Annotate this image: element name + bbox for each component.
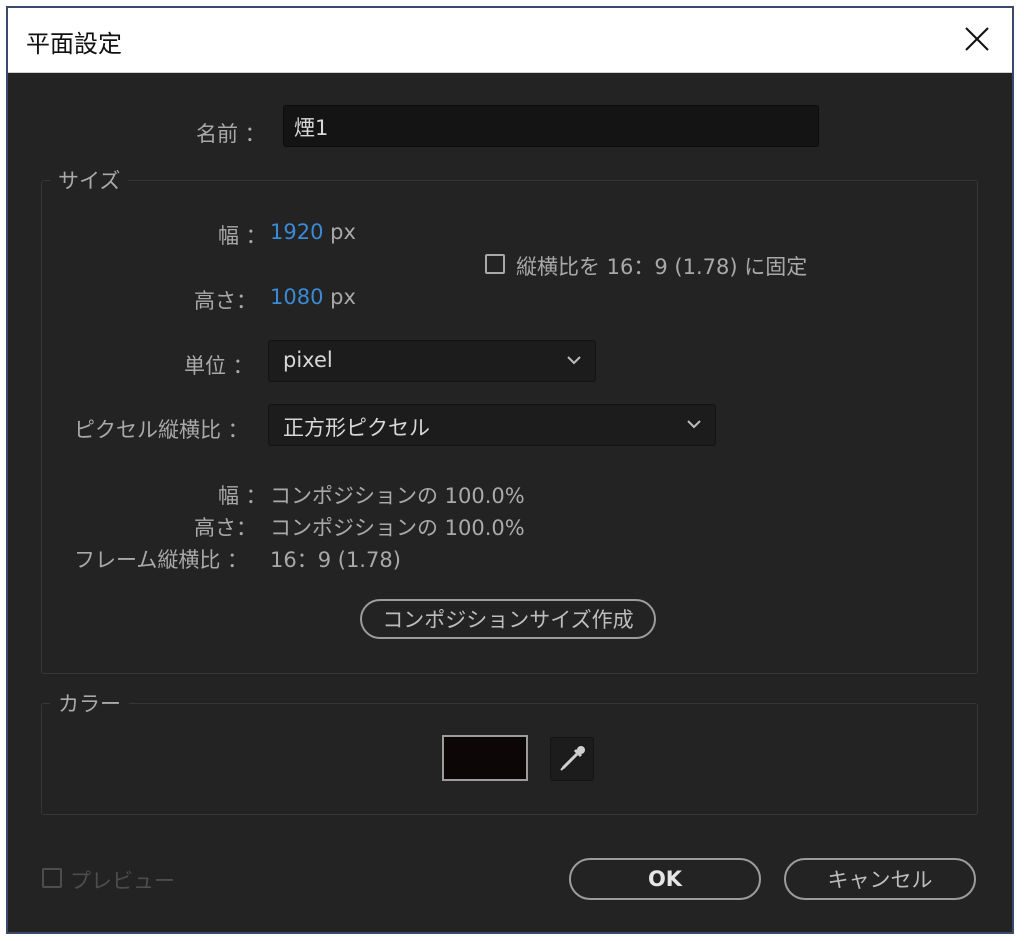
color-group-legend: カラー	[50, 688, 129, 718]
lock-aspect-label[interactable]: 縦横比を 16：9 (1.78) に固定	[516, 251, 807, 281]
chevron-down-icon	[687, 420, 701, 429]
info-width-value: コンポジションの 100.0%	[270, 484, 525, 508]
units-select[interactable]: pixel	[268, 340, 596, 382]
pixel-aspect-select[interactable]: 正方形ピクセル	[268, 404, 716, 446]
units-label: 単位 ：	[184, 354, 254, 378]
height-value[interactable]: 1080	[270, 285, 323, 309]
name-label: 名前 ：	[196, 122, 266, 146]
width-value-group: 1920 px	[270, 220, 356, 244]
name-input[interactable]: 煙1	[283, 105, 819, 147]
height-value-group: 1080 px	[270, 285, 356, 309]
width-value[interactable]: 1920	[270, 220, 323, 244]
units-select-value: pixel	[283, 348, 333, 372]
lock-aspect-checkbox[interactable]	[485, 254, 505, 274]
width-unit: px	[330, 220, 356, 244]
height-unit: px	[330, 285, 356, 309]
preview-label[interactable]: プレビュー	[70, 865, 175, 895]
info-height-value: コンポジションの 100.0%	[270, 516, 525, 540]
pixel-aspect-select-value: 正方形ピクセル	[283, 416, 430, 440]
size-group-legend: サイズ	[50, 165, 129, 195]
color-swatch[interactable]	[442, 735, 528, 781]
info-height-label: 高さ：	[194, 516, 257, 540]
height-label: 高さ：	[194, 289, 257, 313]
eyedropper-button[interactable]	[550, 737, 594, 781]
close-icon[interactable]	[958, 18, 998, 58]
pixel-aspect-label: ピクセル縦横比 ：	[74, 418, 249, 442]
width-label: 幅 ：	[218, 224, 267, 248]
info-frame-value: 16：9 (1.78)	[270, 548, 401, 572]
ok-button[interactable]: OK	[569, 858, 761, 900]
solid-settings-dialog: 平面設定 名前 ： 煙1 サイズ 幅 ： 1920 px 縦横比を 16：9 (…	[6, 6, 1014, 934]
chevron-down-icon	[567, 356, 581, 365]
title-bar: 平面設定	[8, 8, 1012, 73]
info-width-label: 幅 ：	[218, 484, 267, 508]
preview-checkbox[interactable]	[42, 868, 62, 888]
make-comp-size-button[interactable]: コンポジションサイズ作成	[360, 599, 656, 639]
info-frame-label: フレーム縦横比 ：	[74, 548, 249, 572]
dialog-title: 平面設定	[26, 30, 122, 58]
eyedropper-icon	[560, 746, 585, 771]
cancel-button[interactable]: キャンセル	[784, 858, 976, 900]
